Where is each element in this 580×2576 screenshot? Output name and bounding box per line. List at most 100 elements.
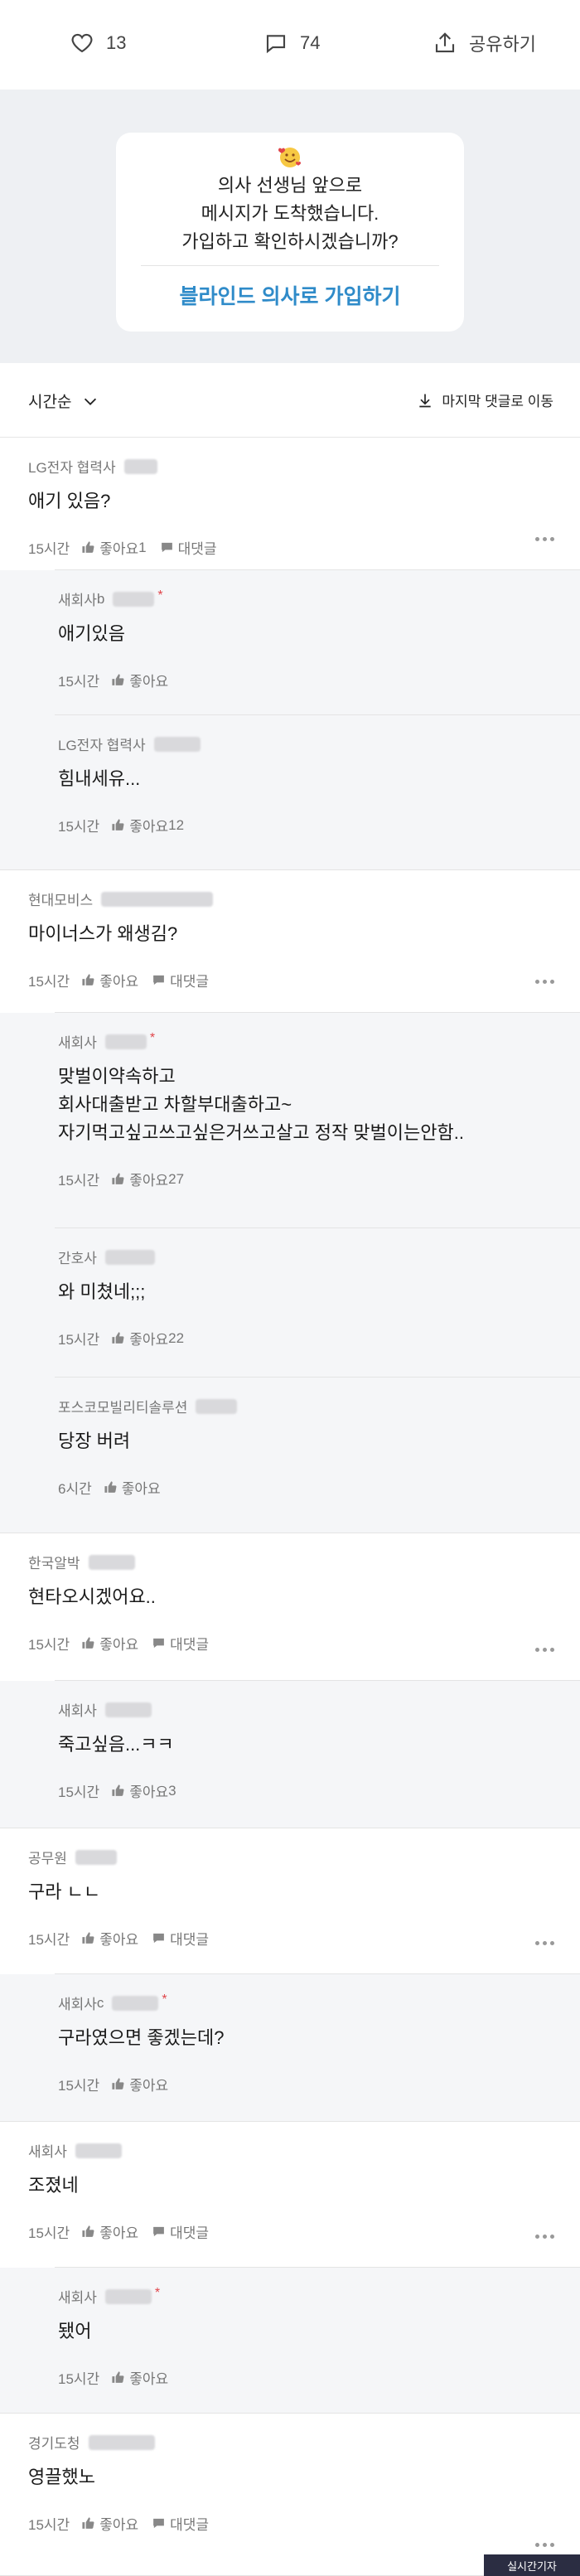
thumbs-up-icon bbox=[112, 1784, 124, 1796]
more-options-icon[interactable] bbox=[535, 1648, 555, 1653]
author-badge: * bbox=[149, 1030, 156, 1045]
like-label: 좋아요 bbox=[99, 974, 139, 990]
comment-author: 한국알박 bbox=[28, 1552, 135, 1572]
comment-time: 15시간 bbox=[28, 2225, 70, 2241]
comment-author: 현대모비스 bbox=[28, 889, 214, 909]
heart-icon bbox=[71, 33, 93, 53]
more-options-icon[interactable] bbox=[535, 1941, 555, 1946]
comment-author: 새회사 * bbox=[58, 1031, 155, 1052]
comment-text: 회사대출받고 차할부대출하고~ bbox=[58, 1094, 292, 1115]
comment-text: 죽고싶음...ㅋㅋ bbox=[58, 1734, 174, 1755]
blurred-nickname bbox=[88, 1554, 135, 1570]
download-arrow-icon bbox=[419, 394, 432, 407]
reply-comment: 새회사죽고싶음...ㅋㅋ 15시간 좋아요 3 bbox=[0, 1681, 580, 1828]
comment-author: 새회사 bbox=[58, 1699, 152, 1720]
comment-like-button[interactable]: 좋아요 bbox=[111, 2367, 168, 2388]
comment: 한국알박 현타오시겠어요.. 15시간 좋아요 대댓글 bbox=[0, 1533, 580, 1681]
sort-label: 시간순 bbox=[28, 394, 72, 411]
author-company: 포스코모빌리티솔루션 bbox=[58, 1400, 188, 1416]
thumbs-up-icon bbox=[112, 1173, 124, 1184]
reply-comment: 포스코모빌리티솔루션 당장 버려 6시간 좋아요 bbox=[0, 1378, 580, 1533]
comment-meta: 15시간 좋아요 3 bbox=[58, 1780, 190, 1801]
sort-dropdown[interactable]: 시간순 bbox=[28, 390, 99, 412]
comment-meta: 15시간 좋아요 22 bbox=[58, 1328, 197, 1349]
comment-time: 15시간 bbox=[28, 541, 70, 557]
more-options-icon[interactable] bbox=[535, 2235, 555, 2239]
comment-time: 15시간 bbox=[58, 1784, 100, 1800]
author-nickname: b bbox=[96, 590, 105, 607]
author-company: 새회사 bbox=[58, 2290, 97, 2306]
reply-button[interactable]: 대댓글 bbox=[152, 2221, 209, 2242]
comment-like-button[interactable]: 좋아요 bbox=[111, 670, 168, 690]
blurred-nickname bbox=[113, 591, 155, 607]
comment-like-button[interactable]: 좋아요 22 bbox=[111, 1328, 184, 1349]
author-company: 새회사 bbox=[58, 1703, 97, 1719]
more-options-icon[interactable] bbox=[535, 537, 555, 542]
comment-icon bbox=[266, 35, 286, 54]
reply-button[interactable]: 대댓글 bbox=[152, 970, 209, 990]
comment-text: 마이너스가 왜생김? bbox=[28, 923, 178, 944]
blurred-nickname bbox=[104, 2288, 152, 2304]
comment-count: 74 bbox=[300, 32, 321, 53]
like-count: 12 bbox=[168, 816, 185, 833]
comment-meta: 15시간 좋아요 bbox=[58, 2074, 181, 2094]
reply-button[interactable]: 대댓글 bbox=[152, 2513, 209, 2534]
comment-meta: 15시간 좋아요 대댓글 bbox=[28, 970, 209, 990]
reply-button[interactable]: 대댓글 bbox=[152, 1928, 209, 1949]
comment-meta: 15시간 좋아요 bbox=[58, 670, 181, 690]
author-company: 경기도청 bbox=[28, 2436, 80, 2452]
reply-label: 대댓글 bbox=[170, 2225, 210, 2241]
comment-time: 15시간 bbox=[58, 1332, 100, 1348]
comment-bubble-icon bbox=[161, 542, 172, 553]
like-label: 좋아요 bbox=[99, 2517, 139, 2533]
promo-band: 의사 선생님 앞으로 메시지가 도착했습니다. 가입하고 확인하시겠습니까? 블… bbox=[0, 90, 580, 363]
reply-button[interactable]: 대댓글 bbox=[152, 1633, 209, 1654]
reply-comment: 새회사 * 됐어 15시간 좋아요 bbox=[0, 2268, 580, 2414]
comment-button[interactable]: 74 bbox=[263, 25, 320, 61]
comment-meta: 15시간 좋아요 대댓글 bbox=[28, 2513, 209, 2534]
like-label: 좋아요 bbox=[129, 1332, 169, 1348]
comment-text: 자기먹고싶고쓰고싶은거쓰고살고 정작 맞벌이는안함.. bbox=[58, 1122, 464, 1143]
comment-like-button[interactable]: 좋아요 bbox=[81, 1928, 138, 1949]
thumbs-up-icon bbox=[112, 2078, 124, 2089]
comment-like-button[interactable]: 좋아요 12 bbox=[111, 815, 184, 835]
author-company: LG전자 협력사 bbox=[28, 460, 116, 476]
comment-like-button[interactable]: 좋아요 bbox=[81, 1633, 138, 1654]
comment-like-button[interactable]: 좋아요 bbox=[81, 970, 138, 990]
comment-text: 조졌네 bbox=[28, 2175, 79, 2196]
like-label: 좋아요 bbox=[99, 541, 139, 557]
comment-time: 6시간 bbox=[58, 1481, 92, 1497]
share-label: 공유하기 bbox=[469, 34, 536, 55]
comment-bubble-icon bbox=[153, 1638, 164, 1649]
comment-like-button[interactable]: 좋아요 bbox=[81, 2513, 138, 2534]
jump-to-last-comment-button[interactable]: 마지막 댓글로 이동 bbox=[417, 390, 553, 410]
author-badge: * bbox=[154, 2285, 161, 2300]
chevron-down-icon bbox=[85, 398, 97, 405]
comment-meta: 6시간 좋아요 bbox=[58, 1477, 174, 1498]
promo-line: 메시지가 도착했습니다. bbox=[201, 203, 379, 224]
comment-like-button[interactable]: 좋아요 1 bbox=[81, 537, 147, 558]
share-button[interactable]: 공유하기 bbox=[433, 25, 536, 61]
author-badge: * bbox=[162, 1992, 167, 2007]
comment-text: 현타오시겠어요.. bbox=[28, 1586, 156, 1607]
reply-button[interactable]: 대댓글 bbox=[160, 537, 217, 558]
more-options-icon[interactable] bbox=[535, 980, 555, 985]
comment-like-button[interactable]: 좋아요 27 bbox=[111, 1169, 184, 1189]
thumbs-up-icon bbox=[112, 2371, 124, 2383]
comment-like-button[interactable]: 좋아요 3 bbox=[111, 1780, 176, 1801]
comment-like-button[interactable]: 좋아요 bbox=[111, 2074, 168, 2094]
like-label: 좋아요 bbox=[129, 819, 169, 835]
comment-text: 됐어 bbox=[58, 2321, 92, 2341]
like-button[interactable]: 13 bbox=[70, 25, 126, 61]
more-options-icon[interactable] bbox=[535, 2543, 555, 2548]
blurred-nickname bbox=[101, 891, 214, 907]
blurred-nickname bbox=[104, 1249, 155, 1265]
watermark: 실시간기자 bbox=[484, 2554, 580, 2576]
blurred-nickname bbox=[123, 458, 157, 474]
comment-time: 15시간 bbox=[28, 2517, 70, 2533]
signup-doctor-button[interactable]: 블라인드 의사로 가입하기 bbox=[116, 280, 464, 310]
comment-meta: 15시간 좋아요 대댓글 bbox=[28, 1633, 209, 1654]
comment-like-button[interactable]: 좋아요 bbox=[104, 1477, 161, 1498]
comment-sort-bar: 시간순 마지막 댓글로 이동 bbox=[0, 363, 580, 438]
comment-like-button[interactable]: 좋아요 bbox=[81, 2221, 138, 2242]
